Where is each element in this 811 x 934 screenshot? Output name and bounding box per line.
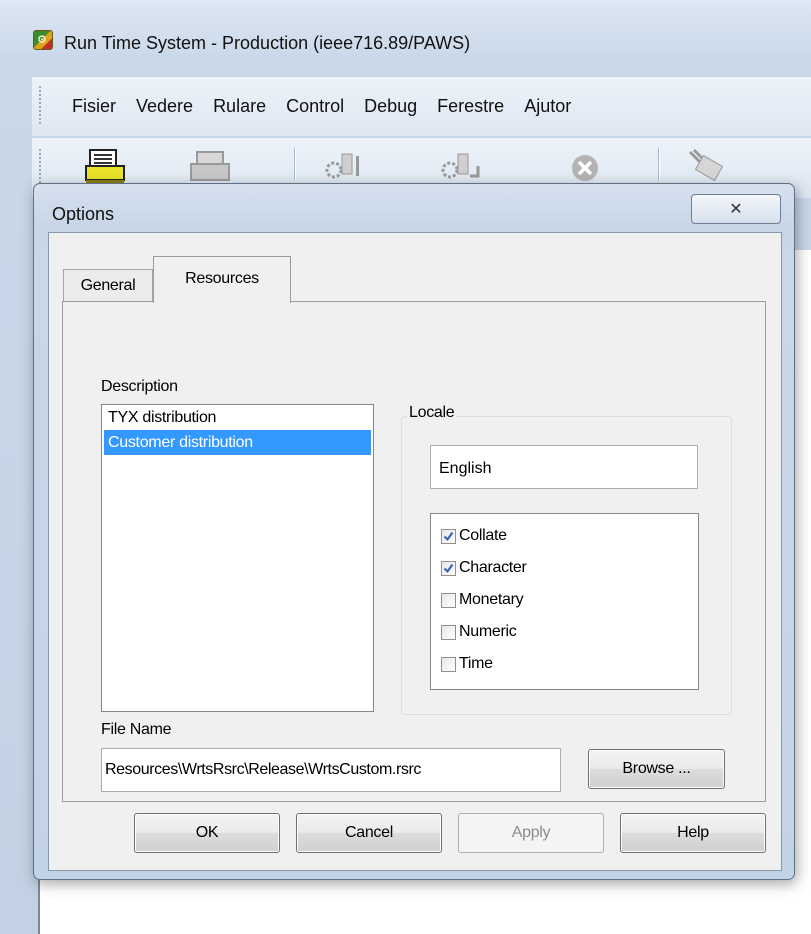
checkmark-icon [443, 531, 454, 541]
checkmark-icon [443, 563, 454, 573]
monetary-checkbox[interactable]: Monetary [431, 584, 698, 616]
menu-bar: Fisier Vedere Rulare Control Debug Feres… [32, 76, 811, 136]
close-button[interactable]: ✕ [691, 194, 781, 224]
unload-icon [190, 151, 230, 181]
checkbox-checked[interactable] [441, 560, 456, 576]
checkbox-label: Character [459, 559, 527, 576]
locale-group: Locale English Collate Character Monetar… [401, 404, 732, 715]
checkbox-label: Numeric [459, 623, 517, 640]
browse-button[interactable]: Browse ... [588, 749, 725, 789]
dialog-title: Options [52, 204, 115, 224]
list-item[interactable]: Customer distribution [104, 430, 371, 455]
tools-button[interactable] [684, 146, 730, 186]
menu-ferestre[interactable]: Ferestre [429, 96, 512, 117]
unload-button[interactable] [187, 146, 233, 186]
title-bar: ⚙ Run Time System - Production (ieee716.… [0, 0, 811, 70]
close-icon: ✕ [729, 201, 743, 218]
description-label: Description [101, 378, 178, 395]
list-item[interactable]: TYX distribution [104, 405, 371, 430]
checkbox-unchecked[interactable] [441, 624, 456, 640]
toolbar-separator [294, 148, 295, 180]
start-at-icon [441, 153, 480, 179]
options-dialog: Options ✕ General Resources Description … [33, 183, 795, 880]
menu-vedere[interactable]: Vedere [128, 96, 201, 117]
locale-category-list: Collate Character Monetary Numeric Time [430, 513, 699, 690]
description-list[interactable]: TYX distribution Customer distribution [101, 404, 374, 712]
halt-icon [572, 155, 598, 181]
menu-rulare[interactable]: Rulare [205, 96, 274, 117]
locale-label: Locale [407, 404, 457, 422]
checkbox-checked[interactable] [441, 528, 456, 544]
help-button[interactable]: Help [620, 813, 766, 853]
checkbox-unchecked[interactable] [441, 656, 456, 672]
tab-resources[interactable]: Resources [153, 256, 291, 303]
apply-button[interactable]: Apply [458, 813, 604, 853]
locale-field[interactable]: English [430, 445, 698, 489]
time-checkbox[interactable]: Time [431, 648, 698, 680]
resources-panel: Description TYX distribution Customer di… [62, 301, 766, 802]
start-at-button[interactable] [438, 146, 484, 186]
checkbox-label: Collate [459, 527, 507, 544]
menu-debug[interactable]: Debug [356, 96, 425, 117]
app-icon[interactable]: ⚙ [33, 30, 53, 50]
collate-checkbox[interactable]: Collate [431, 520, 698, 552]
menu-grip-icon[interactable] [38, 85, 42, 125]
menu-fisier[interactable]: Fisier [64, 96, 124, 117]
cancel-button[interactable]: Cancel [296, 813, 442, 853]
menu-control[interactable]: Control [278, 96, 352, 117]
file-name-field[interactable]: Resources\WrtsRsrc\Release\WrtsCustom.rs… [101, 748, 561, 792]
numeric-checkbox[interactable]: Numeric [431, 616, 698, 648]
load-button[interactable] [82, 146, 128, 186]
file-name-label: File Name [101, 721, 172, 738]
toolbar-grip-icon[interactable] [38, 148, 42, 184]
checkbox-unchecked[interactable] [441, 592, 456, 608]
halt-button[interactable] [562, 146, 608, 186]
ok-button[interactable]: OK [134, 813, 280, 853]
run-button[interactable] [322, 146, 368, 186]
checkbox-label: Monetary [459, 591, 524, 608]
checkbox-label: Time [459, 655, 493, 672]
dialog-body: General Resources Description TYX distri… [48, 232, 782, 871]
tools-icon [688, 148, 724, 182]
load-icon [85, 149, 125, 183]
character-checkbox[interactable]: Character [431, 552, 698, 584]
run-icon [325, 153, 359, 179]
window-title: Run Time System - Production (ieee716.89… [64, 33, 471, 53]
toolbar-separator [658, 148, 659, 180]
tab-general[interactable]: General [63, 269, 153, 301]
menu-ajutor[interactable]: Ajutor [516, 96, 579, 117]
